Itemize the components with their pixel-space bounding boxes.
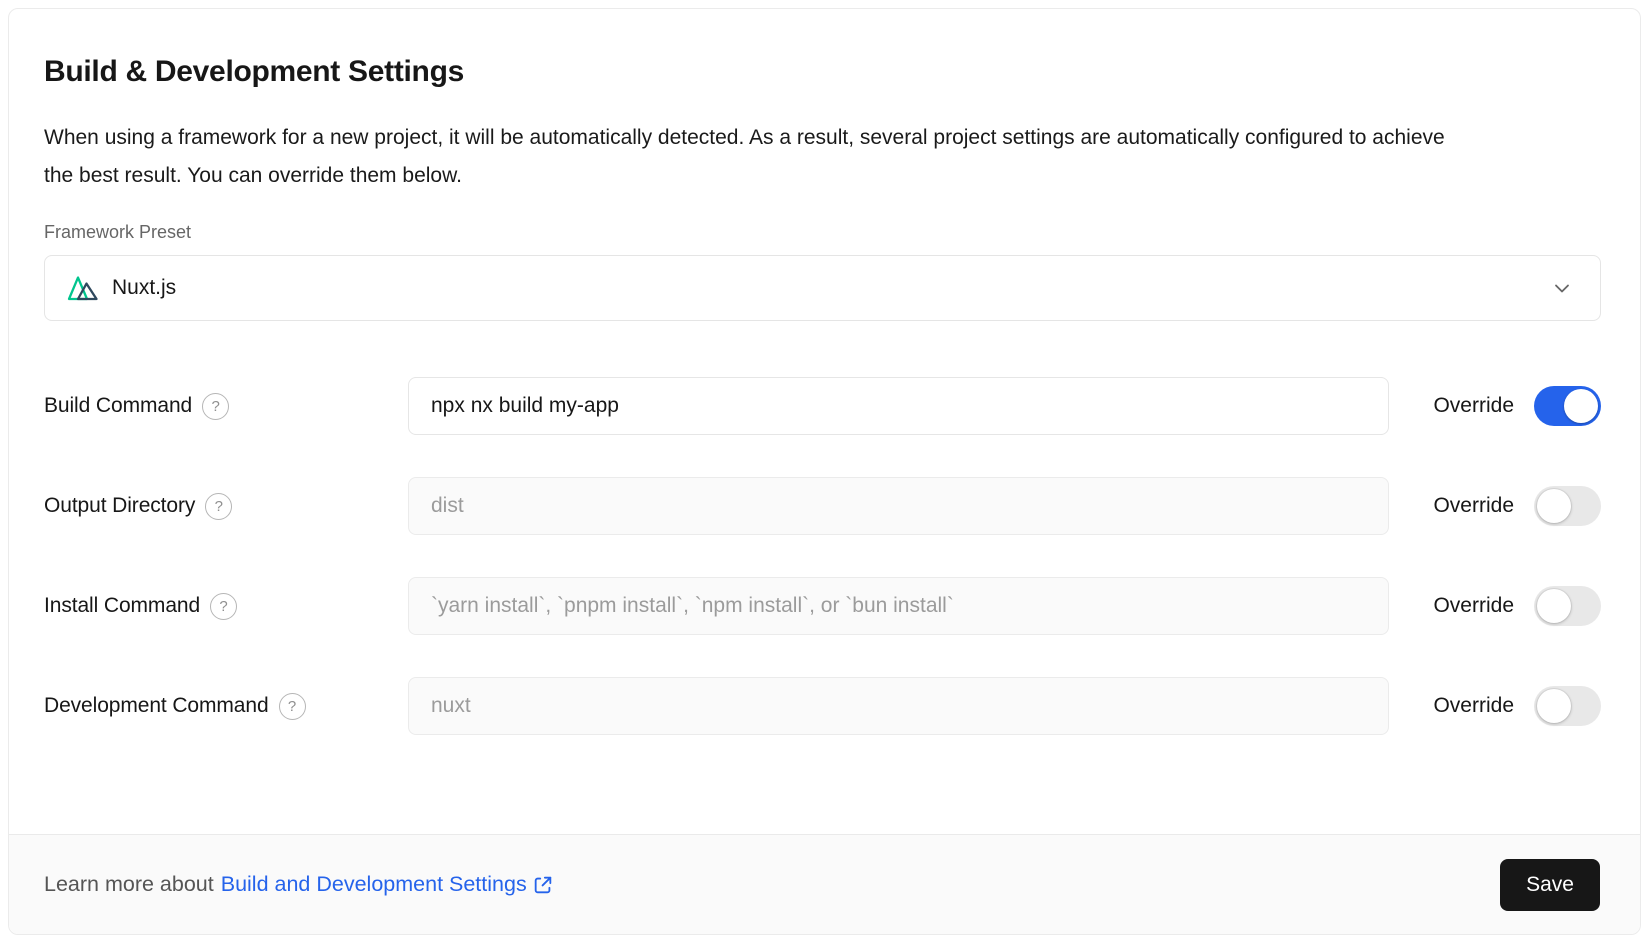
override-label: Override (1433, 694, 1514, 718)
development-command-label: Development Command (44, 694, 269, 718)
output-directory-input (408, 477, 1389, 535)
output-directory-label: Output Directory (44, 494, 195, 518)
toggle-knob (1537, 689, 1571, 723)
build-dev-settings-docs-link[interactable]: Build and Development Settings (221, 872, 554, 897)
framework-preset-select[interactable]: Nuxt.js (44, 255, 1601, 321)
learn-more-prefix: Learn more about (44, 872, 214, 897)
override-label: Override (1433, 494, 1514, 518)
help-icon[interactable]: ? (205, 493, 232, 520)
framework-preset-label: Framework Preset (44, 221, 1601, 243)
help-icon[interactable]: ? (279, 693, 306, 720)
install-command-override-toggle[interactable] (1534, 586, 1601, 626)
section-description: When using a framework for a new project… (44, 119, 1474, 195)
learn-more-text: Learn more about Build and Development S… (44, 872, 554, 897)
build-command-label: Build Command (44, 394, 192, 418)
framework-preset-value: Nuxt.js (112, 276, 176, 300)
development-command-input (408, 677, 1389, 735)
chevron-down-icon (1550, 276, 1574, 300)
override-label: Override (1433, 394, 1514, 418)
build-command-input[interactable] (408, 377, 1389, 435)
help-icon[interactable]: ? (202, 393, 229, 420)
output-directory-row: Output Directory ? Override (44, 477, 1601, 535)
build-dev-settings-card: Build & Development Settings When using … (8, 8, 1641, 935)
install-command-row: Install Command ? Override (44, 577, 1601, 635)
development-command-row: Development Command ? Override (44, 677, 1601, 735)
card-main: Build & Development Settings When using … (9, 9, 1640, 735)
save-button[interactable]: Save (1500, 859, 1600, 911)
build-command-row: Build Command ? Override (44, 377, 1601, 435)
output-directory-override-toggle[interactable] (1534, 486, 1601, 526)
build-command-override-toggle[interactable] (1534, 386, 1601, 426)
toggle-knob (1564, 389, 1598, 423)
toggle-knob (1537, 589, 1571, 623)
page-title: Build & Development Settings (44, 53, 1601, 91)
nuxt-logo-icon (67, 275, 99, 302)
development-command-override-toggle[interactable] (1534, 686, 1601, 726)
override-label: Override (1433, 594, 1514, 618)
card-footer: Learn more about Build and Development S… (9, 834, 1640, 934)
settings-rows: Build Command ? Override Output Director… (44, 377, 1601, 735)
toggle-knob (1537, 489, 1571, 523)
install-command-input (408, 577, 1389, 635)
help-icon[interactable]: ? (210, 593, 237, 620)
install-command-label: Install Command (44, 594, 200, 618)
external-link-icon (532, 874, 554, 896)
